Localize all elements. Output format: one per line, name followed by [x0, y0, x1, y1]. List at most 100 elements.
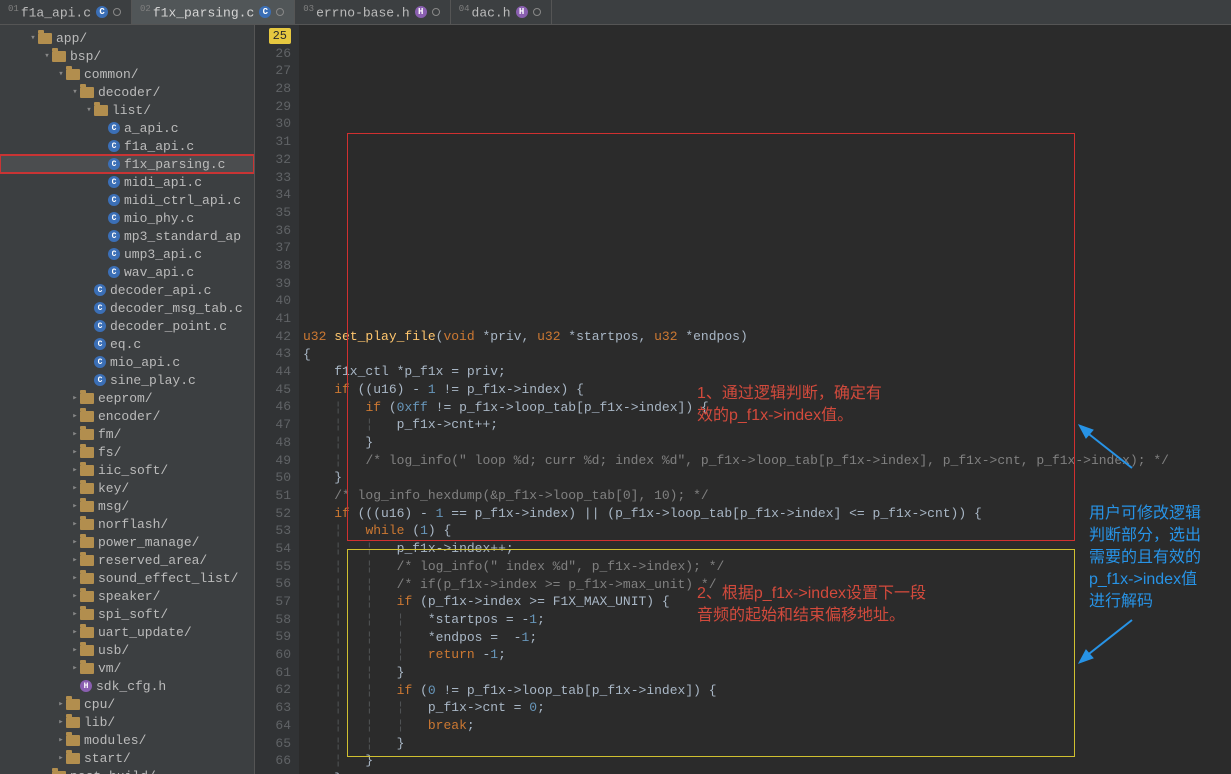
folder-bsp-[interactable]: ▾ bsp/	[0, 47, 254, 65]
file-decoder_msg_tab-c[interactable]: Cdecoder_msg_tab.c	[0, 299, 254, 317]
file-ump3_api-c[interactable]: Cump3_api.c	[0, 245, 254, 263]
tab-f1x_parsing-c[interactable]: 02f1x_parsing.cC	[132, 0, 295, 24]
code-editor[interactable]: 2526272829303132333435363738394041424344…	[255, 25, 1231, 774]
file-icon: C	[108, 122, 120, 134]
expand-arrow-icon[interactable]: ▸	[70, 573, 80, 583]
file-sine_play-c[interactable]: Csine_play.c	[0, 371, 254, 389]
tab-dac-h[interactable]: 04dac.hH	[451, 0, 552, 24]
expand-arrow-icon[interactable]: ▸	[70, 555, 80, 565]
expand-arrow-icon[interactable]: ▸	[56, 699, 66, 709]
folder-usb-[interactable]: ▸usb/	[0, 641, 254, 659]
folder-start-[interactable]: ▸start/	[0, 749, 254, 767]
code-line[interactable]	[303, 275, 1231, 293]
folder-icon	[80, 519, 94, 530]
file-decoder_api-c[interactable]: Cdecoder_api.c	[0, 281, 254, 299]
expand-arrow-icon[interactable]: ▾	[70, 87, 80, 97]
file-midi_ctrl_api-c[interactable]: Cmidi_ctrl_api.c	[0, 191, 254, 209]
expand-arrow-icon[interactable]: ▸	[70, 519, 80, 529]
line-number: 40	[255, 292, 291, 310]
folder-icon	[80, 663, 94, 674]
tab-errno-base-h[interactable]: 03errno-base.hH	[295, 0, 450, 24]
folder-reserved_area-[interactable]: ▸reserved_area/	[0, 551, 254, 569]
file-icon: C	[108, 158, 120, 170]
folder-eeprom-[interactable]: ▸eeprom/	[0, 389, 254, 407]
file-wav_api-c[interactable]: Cwav_api.c	[0, 263, 254, 281]
folder-icon	[66, 699, 80, 710]
folder-list-[interactable]: ▾list/	[0, 101, 254, 119]
folder-msg-[interactable]: ▸ msg/	[0, 497, 254, 515]
folder-power_manage-[interactable]: ▸power_manage/	[0, 533, 254, 551]
code-line[interactable]: f1x_ctl *p_f1x = priv;	[303, 363, 1231, 381]
expand-arrow-icon[interactable]: ▸	[70, 411, 80, 421]
code-line[interactable]: u32 set_play_file(void *priv, u32 *start…	[303, 328, 1231, 346]
expand-arrow-icon[interactable]: ▾	[56, 69, 66, 79]
file-a_api-c[interactable]: Ca_api.c	[0, 119, 254, 137]
folder-cpu-[interactable]: ▸cpu/	[0, 695, 254, 713]
expand-arrow-icon[interactable]: ▸	[70, 483, 80, 493]
expand-arrow-icon[interactable]: ▸	[70, 537, 80, 547]
line-number: 48	[255, 434, 291, 452]
expand-arrow-icon[interactable]: ▸	[70, 645, 80, 655]
code-line[interactable]	[303, 293, 1231, 311]
file-midi_api-c[interactable]: Cmidi_api.c	[0, 173, 254, 191]
expand-arrow-icon[interactable]: ▾	[28, 33, 38, 43]
expand-arrow-icon[interactable]: ▾	[84, 105, 94, 115]
tree-item-label: midi_api.c	[124, 175, 202, 190]
expand-arrow-icon[interactable]: ▸	[70, 429, 80, 439]
file-type-icon: C	[259, 6, 271, 18]
file-f1a_api-c[interactable]: Cf1a_api.c	[0, 137, 254, 155]
folder-key-[interactable]: ▸key/	[0, 479, 254, 497]
file-decoder_point-c[interactable]: Cdecoder_point.c	[0, 317, 254, 335]
file-mio_phy-c[interactable]: Cmio_phy.c	[0, 209, 254, 227]
expand-arrow-icon[interactable]: ▸	[56, 753, 66, 763]
folder-norflash-[interactable]: ▸norflash/	[0, 515, 254, 533]
code-line[interactable]: ¦ ¦ if (0 != p_f1x->loop_tab[p_f1x->inde…	[303, 682, 1231, 700]
code-line[interactable]: {	[303, 346, 1231, 364]
folder-app-[interactable]: ▾app/	[0, 29, 254, 47]
expand-arrow-icon[interactable]: ▸	[56, 735, 66, 745]
folder-encoder-[interactable]: ▸encoder/	[0, 407, 254, 425]
folder-modules-[interactable]: ▸modules/	[0, 731, 254, 749]
folder-fs-[interactable]: ▸fs/	[0, 443, 254, 461]
file-f1x_parsing-c[interactable]: Cf1x_parsing.c	[0, 155, 254, 173]
code-area[interactable]: 1、通过逻辑判断，确定有 效的p_f1x->index值。 2、根据p_f1x-…	[299, 25, 1231, 774]
expand-arrow-icon[interactable]: ▸	[56, 717, 66, 727]
file-eq-c[interactable]: Ceq.c	[0, 335, 254, 353]
folder-post_build-[interactable]: ▸post_build/	[0, 767, 254, 774]
folder-vm-[interactable]: ▸vm/	[0, 659, 254, 677]
code-line[interactable]: ¦ ¦ ¦ break;	[303, 717, 1231, 735]
expand-arrow-icon[interactable]: ▸	[70, 627, 80, 637]
folder-speaker-[interactable]: ▸speaker/	[0, 587, 254, 605]
file-sdk_cfg-h[interactable]: Hsdk_cfg.h	[0, 677, 254, 695]
file-icon: C	[108, 266, 120, 278]
expand-arrow-icon[interactable]: ▸	[70, 609, 80, 619]
code-line[interactable]: }	[303, 770, 1231, 774]
code-line[interactable]	[303, 310, 1231, 328]
folder-fm-[interactable]: ▸fm/	[0, 425, 254, 443]
folder-uart_update-[interactable]: ▸uart_update/	[0, 623, 254, 641]
tree-item-label: msg/	[98, 499, 129, 514]
expand-arrow-icon[interactable]: ▸	[70, 663, 80, 673]
folder-common-[interactable]: ▾common/	[0, 65, 254, 83]
code-line[interactable]: ¦ }	[303, 752, 1231, 770]
tree-item-label: bsp/	[70, 49, 101, 64]
expand-arrow-icon[interactable]: ▸	[70, 591, 80, 601]
tab-f1a_api-c[interactable]: 01f1a_api.cC	[0, 0, 132, 24]
expand-arrow-icon[interactable]: ▸	[70, 393, 80, 403]
file-mp3_standard_ap[interactable]: Cmp3_standard_ap	[0, 227, 254, 245]
expand-arrow-icon[interactable]: ▸	[70, 465, 80, 475]
folder-iic_soft-[interactable]: ▸iic_soft/	[0, 461, 254, 479]
expand-arrow-icon[interactable]: ▾	[42, 51, 52, 61]
file-mio_api-c[interactable]: Cmio_api.c	[0, 353, 254, 371]
folder-decoder-[interactable]: ▾decoder/	[0, 83, 254, 101]
code-line[interactable]: ¦ ¦ ¦ p_f1x->cnt = 0;	[303, 699, 1231, 717]
code-line[interactable]: ¦ ¦ }	[303, 664, 1231, 682]
expand-arrow-icon[interactable]: ▸	[70, 501, 80, 511]
folder-sound_effect_list-[interactable]: ▸sound_effect_list/	[0, 569, 254, 587]
folder-lib-[interactable]: ▸lib/	[0, 713, 254, 731]
expand-arrow-icon[interactable]: ▸	[70, 447, 80, 457]
code-line[interactable]: ¦ ¦ }	[303, 735, 1231, 753]
line-number: 35	[255, 204, 291, 222]
file-tree[interactable]: ▾app/▾bsp/▾common/▾decoder/▾list/Ca_api.…	[0, 25, 255, 774]
folder-spi_soft-[interactable]: ▸spi_soft/	[0, 605, 254, 623]
